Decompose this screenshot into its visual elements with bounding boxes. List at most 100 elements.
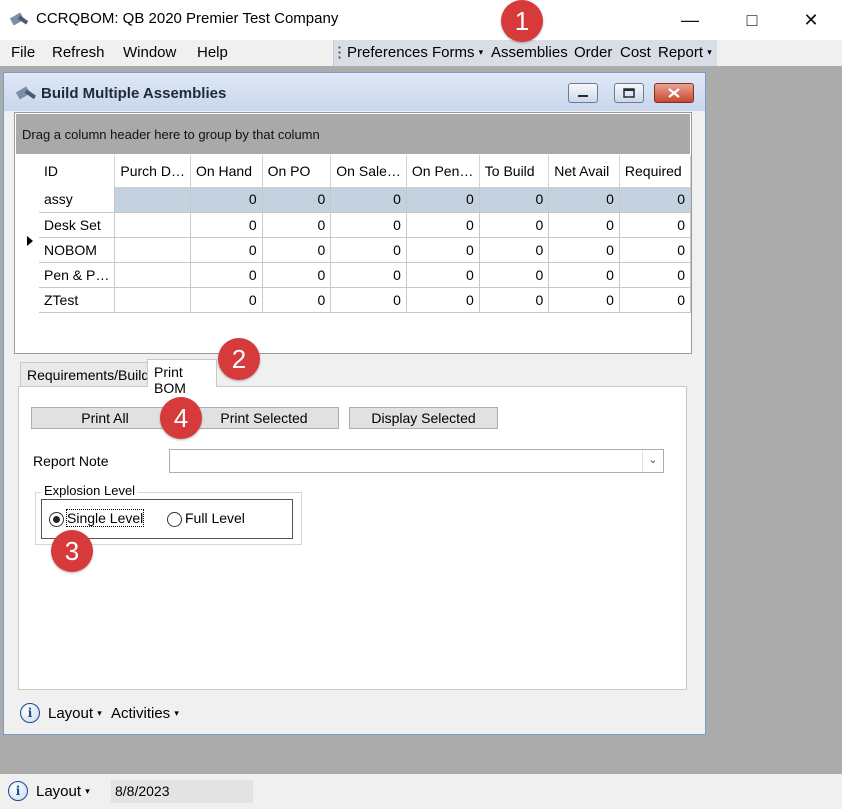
display-selected-button[interactable]: Display Selected xyxy=(349,407,498,429)
cell-value[interactable]: 0 xyxy=(262,212,332,238)
cell-value[interactable]: 0 xyxy=(479,237,550,263)
toolbar-grip[interactable] xyxy=(338,45,341,61)
cell-value[interactable]: 0 xyxy=(330,212,407,238)
cell-value[interactable]: 0 xyxy=(479,287,550,313)
cell-value[interactable]: 0 xyxy=(190,262,263,288)
cell-value[interactable]: 0 xyxy=(548,262,620,288)
cell-value[interactable]: 0 xyxy=(330,237,407,263)
menu-refresh[interactable]: Refresh xyxy=(52,44,105,61)
info-icon[interactable]: i xyxy=(20,703,40,723)
col-on-sales[interactable]: On Sale… xyxy=(330,155,407,187)
col-id[interactable]: ID xyxy=(39,155,116,187)
menu-report[interactable]: Report ▾ xyxy=(658,44,712,61)
status-bar: i Layout ▾ 8/8/2023 xyxy=(0,774,842,809)
single-level-radio[interactable] xyxy=(49,512,64,527)
cell-value[interactable]: 0 xyxy=(262,262,332,288)
cell-value[interactable]: 0 xyxy=(330,187,407,213)
print-selected-button[interactable]: Print Selected xyxy=(189,407,339,429)
cell-id[interactable]: ZTest xyxy=(39,287,116,313)
report-note-combo[interactable]: ⌄ xyxy=(169,449,664,473)
cell-value[interactable]: 0 xyxy=(190,212,263,238)
child-minimize-button[interactable] xyxy=(568,83,598,103)
cell-value[interactable]: 0 xyxy=(262,237,332,263)
cell-value[interactable]: 0 xyxy=(190,237,263,263)
maximize-button[interactable]: □ xyxy=(729,6,775,34)
child-layout-menu[interactable]: Layout ▾ xyxy=(48,705,102,722)
table-row[interactable]: Pen & P… 0 0 0 0 0 0 0 xyxy=(39,262,692,288)
single-level-label[interactable]: Single Level xyxy=(65,509,145,527)
table-row[interactable]: ZTest 0 0 0 0 0 0 0 xyxy=(39,287,692,313)
col-net-avail[interactable]: Net Avail xyxy=(548,155,620,187)
cell-value[interactable]: 0 xyxy=(406,212,480,238)
col-on-po[interactable]: On PO xyxy=(262,155,332,187)
cell-value[interactable]: 0 xyxy=(406,237,480,263)
window-title: CCRQBOM: QB 2020 Premier Test Company xyxy=(36,10,339,27)
cell-purch-date[interactable] xyxy=(114,287,191,313)
print-all-button[interactable]: Print All xyxy=(31,407,179,429)
cell-id[interactable]: assy xyxy=(39,187,116,213)
cell-id[interactable]: NOBOM xyxy=(39,237,116,263)
cell-purch-date[interactable] xyxy=(114,237,191,263)
cell-value[interactable]: 0 xyxy=(406,287,480,313)
cell-value[interactable]: 0 xyxy=(479,212,550,238)
cell-value[interactable]: 0 xyxy=(548,187,620,213)
cell-purch-date[interactable] xyxy=(114,212,191,238)
col-required[interactable]: Required xyxy=(619,155,692,187)
tab-requirements-build[interactable]: Requirements/Build xyxy=(20,362,149,386)
menu-forms[interactable]: Forms ▾ xyxy=(432,44,483,61)
menu-assemblies[interactable]: Assemblies xyxy=(491,44,568,61)
toolbar-menu: Preferences Forms ▾ Assemblies Order Cos… xyxy=(333,40,717,66)
cell-value[interactable]: 0 xyxy=(190,287,263,313)
menu-preferences[interactable]: Preferences xyxy=(347,44,428,61)
table-row[interactable]: Desk Set 0 0 0 0 0 0 0 xyxy=(39,212,692,238)
cell-value[interactable]: 0 xyxy=(548,212,620,238)
cell-purch-date[interactable] xyxy=(114,262,191,288)
full-level-label[interactable]: Full Level xyxy=(185,510,245,526)
cell-value[interactable]: 0 xyxy=(548,287,620,313)
tab-print-bom[interactable]: Print BOM xyxy=(147,359,217,396)
status-layout-menu[interactable]: Layout ▾ xyxy=(36,783,90,800)
col-purch-date[interactable]: Purch D… xyxy=(114,155,191,187)
col-to-build[interactable]: To Build xyxy=(479,155,550,187)
cell-value[interactable]: 0 xyxy=(262,187,332,213)
cell-value[interactable]: 0 xyxy=(548,237,620,263)
cell-value[interactable]: 0 xyxy=(406,187,480,213)
cell-value[interactable]: 0 xyxy=(619,262,692,288)
minimize-button[interactable]: — xyxy=(667,6,713,34)
cell-value[interactable]: 0 xyxy=(406,262,480,288)
cell-value[interactable]: 0 xyxy=(479,262,550,288)
cell-value[interactable]: 0 xyxy=(619,237,692,263)
child-title-bar: Build Multiple Assemblies xyxy=(4,73,705,111)
cell-value[interactable]: 0 xyxy=(619,287,692,313)
col-on-hand[interactable]: On Hand xyxy=(190,155,263,187)
cell-id[interactable]: Desk Set xyxy=(39,212,116,238)
callout-badge-4: 4 xyxy=(160,397,202,439)
close-button[interactable]: ✕ xyxy=(788,6,834,34)
menu-window[interactable]: Window xyxy=(123,44,176,61)
menu-help[interactable]: Help xyxy=(197,44,228,61)
assembly-icon xyxy=(16,86,37,100)
cell-value[interactable]: 0 xyxy=(619,212,692,238)
status-info-icon[interactable]: i xyxy=(8,781,28,801)
cell-id[interactable]: Pen & P… xyxy=(39,262,116,288)
table-row[interactable]: assy 0 0 0 0 0 0 0 xyxy=(39,187,692,213)
child-restore-button[interactable] xyxy=(614,83,644,103)
build-assemblies-window: Build Multiple Assemblies Drag a column … xyxy=(3,72,706,735)
group-by-panel[interactable]: Drag a column header here to group by th… xyxy=(16,114,690,154)
cell-value[interactable]: 0 xyxy=(262,287,332,313)
col-on-pending[interactable]: On Pen… xyxy=(406,155,480,187)
cell-purch-date[interactable] xyxy=(114,187,191,213)
menu-cost[interactable]: Cost xyxy=(620,44,651,61)
cell-value[interactable]: 0 xyxy=(619,187,692,213)
child-close-button[interactable] xyxy=(654,83,694,103)
cell-value[interactable]: 0 xyxy=(190,187,263,213)
chevron-down-icon[interactable]: ⌄ xyxy=(642,450,663,472)
menu-order[interactable]: Order xyxy=(574,44,612,61)
child-activities-menu[interactable]: Activities ▾ xyxy=(111,705,179,722)
table-row[interactable]: NOBOM 0 0 0 0 0 0 0 xyxy=(39,237,692,263)
cell-value[interactable]: 0 xyxy=(330,287,407,313)
cell-value[interactable]: 0 xyxy=(479,187,550,213)
cell-value[interactable]: 0 xyxy=(330,262,407,288)
menu-file[interactable]: File xyxy=(11,44,35,61)
full-level-radio[interactable] xyxy=(167,512,182,527)
